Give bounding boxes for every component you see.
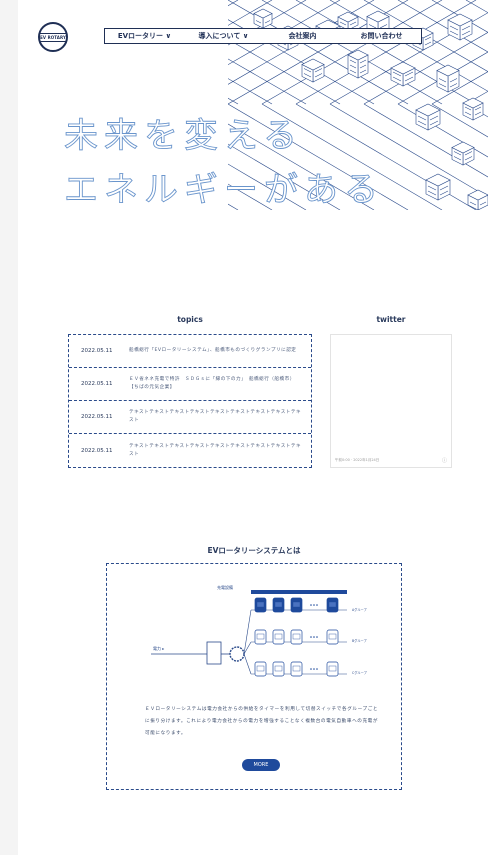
- ev-system-description: ＥＶロータリーシステムは電力会社からの供給をタイマーを利用して切替スイッチで各グ…: [145, 707, 379, 736]
- power-label: 電力 ▸: [153, 645, 164, 651]
- topic-item[interactable]: 2022.05.11 テキストテキストテキストテキストテキストテキストテキストテ…: [69, 434, 311, 467]
- page-gutter: [0, 0, 18, 855]
- topic-item[interactable]: 2022.05.11 ＥＶ省ネネ充電で特許 ＳＤＧｓに「縁の下の力」 船橋総行（…: [69, 368, 311, 401]
- topic-date: 2022.05.11: [81, 414, 113, 420]
- nav-company[interactable]: 会社案内: [263, 31, 342, 41]
- topic-text: テキストテキストテキストテキストテキストテキストテキストテキストテキスト: [129, 443, 302, 457]
- topic-text: 船橋総行「EVロータリーシステム」、船橋市ものづくりグランプリに認定: [129, 348, 297, 353]
- ev-system-diagram: 充電設備 電力 ▸ Aグループ Bグループ Cグループ: [151, 584, 368, 677]
- ev-system-panel: 充電設備 電力 ▸ Aグループ Bグループ Cグループ ＥＶロータリーシステムは…: [106, 563, 402, 790]
- topics-list: 2022.05.11 船橋総行「EVロータリーシステム」、船橋市ものづくりグラン…: [68, 334, 312, 468]
- hero-line-2: エネルギーがある: [64, 170, 384, 211]
- topic-date: 2022.05.11: [81, 447, 113, 454]
- nav-contact[interactable]: お問い合わせ: [342, 31, 421, 41]
- topic-text: ＥＶ省ネネ充電で特許 ＳＤＧｓに「縁の下の力」 船橋総行（船橋市） 【ちばの元気…: [129, 377, 298, 390]
- topics-title: topics: [177, 315, 203, 324]
- twitter-embed[interactable]: 午前0:00 · 2022年1月24日 ⓘ: [330, 334, 452, 468]
- topic-date: 2022.05.11: [81, 348, 113, 354]
- nav-introduction[interactable]: 導入について ∨: [184, 31, 263, 41]
- hero-line-1: 未来を変える: [64, 116, 303, 157]
- nav-ev-rotary[interactable]: EVロータリー ∨: [105, 31, 184, 41]
- logo-text: EV ROTARY: [40, 32, 66, 42]
- group-c-label: Cグループ: [352, 670, 368, 675]
- ev-system-title: EVロータリーシステムとは: [207, 546, 301, 555]
- topic-text: テキストテキストテキストテキストテキストテキストテキストテキストテキスト: [129, 410, 302, 423]
- tweet-timestamp: 午前0:00 · 2022年1月24日: [335, 458, 380, 462]
- global-nav: EVロータリー ∨ 導入について ∨ 会社案内 お問い合わせ: [104, 28, 422, 44]
- info-icon[interactable]: ⓘ: [442, 457, 447, 464]
- group-b-label: Bグループ: [352, 638, 368, 643]
- group-a-label: Aグループ: [352, 607, 368, 612]
- more-button[interactable]: MORE: [242, 759, 280, 771]
- topic-item[interactable]: 2022.05.11 船橋総行「EVロータリーシステム」、船橋市ものづくりグラン…: [69, 335, 311, 368]
- charger-label: 充電設備: [217, 584, 233, 590]
- twitter-title: twitter: [376, 315, 406, 324]
- topic-date: 2022.05.11: [81, 381, 113, 387]
- topic-item[interactable]: 2022.05.11 テキストテキストテキストテキストテキストテキストテキストテ…: [69, 401, 311, 434]
- page: EV ROTARY EVロータリー ∨ 導入について ∨ 会社案内 お問い合わせ…: [18, 0, 488, 855]
- logo[interactable]: EV ROTARY: [38, 22, 68, 52]
